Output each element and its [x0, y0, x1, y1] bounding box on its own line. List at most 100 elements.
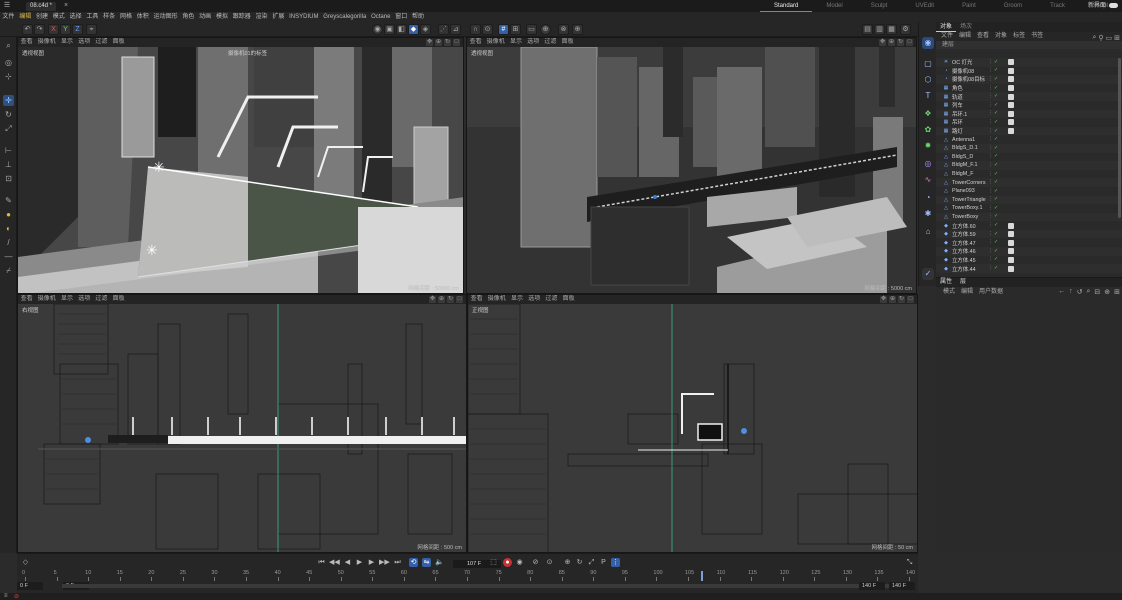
- viewport-menu-item[interactable]: 选项: [76, 38, 93, 47]
- menu-item[interactable]: 编辑: [17, 12, 34, 22]
- enabled-check-icon[interactable]: ✓: [994, 85, 998, 91]
- go-to-end-icon[interactable]: ⏭: [393, 558, 402, 567]
- axis-lock-icon[interactable]: ⊕: [540, 24, 551, 35]
- position-key-icon[interactable]: ⊕: [563, 558, 572, 567]
- menu-item[interactable]: Octane: [369, 12, 393, 22]
- enabled-check-icon[interactable]: ✓: [994, 171, 998, 177]
- playhead[interactable]: [700, 571, 703, 581]
- history-icon[interactable]: ↺: [1077, 288, 1083, 296]
- enabled-check-icon[interactable]: ✓: [994, 266, 998, 271]
- attribute-tab[interactable]: 层: [956, 278, 970, 287]
- render-region-icon[interactable]: ◧: [396, 24, 407, 35]
- viewport-menu-item[interactable]: 选项: [526, 295, 543, 304]
- object-row[interactable]: ▦ 路灯 ⋮ ✓: [936, 126, 1122, 136]
- auto-key-icon[interactable]: ◉: [515, 558, 524, 567]
- timeline-ruler[interactable]: 0 5 10 15 20 25 30 35 40 45 50 55 60 65 70 75 80 85 90 95 10…: [17, 570, 918, 581]
- viewport-perspective-city[interactable]: 查看 摄像机 显示 选项 过滤 面板 ✥ ⊕ ↻ □ 透视视图 网格间距 : 5000 cm: [466, 37, 917, 294]
- object-row[interactable]: △ BldgS_D ⋮ ✓: [936, 153, 1122, 162]
- snap-tool-icon[interactable]: ⊡: [3, 173, 14, 184]
- octane-settings-icon[interactable]: ⊕: [572, 24, 583, 35]
- camera-icon[interactable]: ◔: [922, 192, 934, 204]
- visibility-dot-icon[interactable]: ⋮: [988, 223, 993, 228]
- enabled-check-icon[interactable]: ✓: [994, 68, 998, 73]
- enabled-check-icon[interactable]: ✓: [994, 145, 998, 151]
- menu-item[interactable]: 帮助: [410, 12, 427, 22]
- zoom-view-icon[interactable]: ⊕: [889, 296, 896, 303]
- material-tag-icon[interactable]: [1008, 239, 1014, 246]
- render-settings-icon[interactable]: ▣: [384, 24, 395, 35]
- menu-item[interactable]: 动画: [197, 12, 214, 22]
- enabled-check-icon[interactable]: ✓: [994, 205, 998, 211]
- param-key-icon[interactable]: P: [599, 558, 608, 567]
- layout-tab[interactable]: Model: [812, 0, 856, 12]
- enabled-check-icon[interactable]: ✓: [994, 94, 998, 99]
- material-tag-icon[interactable]: [1008, 85, 1014, 92]
- axis-icon[interactable]: ⊢: [3, 145, 14, 156]
- enabled-check-icon[interactable]: ✓: [994, 128, 998, 134]
- scale-icon[interactable]: ⤢: [3, 123, 14, 134]
- edit-tag-icon[interactable]: ✓: [922, 268, 934, 280]
- viewport-menu-item[interactable]: 摄像机: [35, 295, 58, 304]
- enabled-check-icon[interactable]: ✓: [994, 137, 998, 142]
- enabled-check-icon[interactable]: ✓: [994, 76, 998, 82]
- object-menu-item[interactable]: 文件: [938, 32, 956, 41]
- object-row[interactable]: △ Antenna1 ⋮ ✓: [936, 135, 1122, 144]
- object-row[interactable]: ☀ OC 灯光 ⋮ ✓: [936, 58, 1122, 67]
- enabled-check-icon[interactable]: ✓: [994, 102, 998, 108]
- material-tag-icon[interactable]: [1008, 256, 1014, 263]
- enabled-check-icon[interactable]: ✓: [994, 162, 998, 168]
- coordinate-system-icon[interactable]: ⌖: [86, 24, 97, 35]
- visibility-dot-icon[interactable]: ⋮: [988, 180, 993, 185]
- preview-range-icon[interactable]: ⇋: [422, 558, 431, 567]
- lock-icon[interactable]: ⊟: [1094, 288, 1100, 296]
- object-row[interactable]: ▦ 列车 ⋮ ✓: [936, 101, 1122, 110]
- enabled-check-icon[interactable]: ✓: [994, 240, 998, 245]
- menu-item[interactable]: 样条: [101, 12, 118, 22]
- preview-range-slider[interactable]: [62, 584, 892, 588]
- viewport-menu-item[interactable]: 选项: [76, 295, 93, 304]
- layout-tab[interactable]: UVEdit: [901, 0, 948, 12]
- magnet-icon[interactable]: ∩: [470, 24, 481, 35]
- object-row[interactable]: △ TowerBoxy ⋮ ✓: [936, 212, 1122, 222]
- object-row[interactable]: △ TowerTriangle ⋮ ✓: [936, 195, 1122, 205]
- start-frame-field[interactable]: 0 F: [17, 582, 43, 590]
- visibility-dot-icon[interactable]: ⋮: [988, 266, 993, 271]
- deformer-icon[interactable]: ✹: [922, 140, 934, 152]
- material-tag-icon[interactable]: [1008, 248, 1014, 255]
- viewport-menu-item[interactable]: 显示: [508, 295, 525, 304]
- scale-key-icon[interactable]: ⤢: [587, 558, 596, 567]
- live-selection-icon[interactable]: ◎: [3, 57, 14, 68]
- enabled-check-icon[interactable]: ✓: [994, 231, 998, 237]
- viewport-menu-item[interactable]: 面板: [110, 295, 127, 304]
- pla-key-icon[interactable]: ⋮: [611, 558, 620, 567]
- preview-end-field[interactable]: 140 F: [859, 582, 885, 590]
- object-row[interactable]: △ TowerBoxy.1 ⋮ ✓: [936, 204, 1122, 213]
- layout-tab[interactable]: Paint: [948, 0, 990, 12]
- attribute-menu-item[interactable]: 用户数据: [976, 287, 1006, 297]
- layout-tab[interactable]: Sculpt: [857, 0, 902, 12]
- viewport-front[interactable]: 查看 摄像机 显示 选项 过滤 面板 ✥ ⊕ ↻ □ 正视图 网格间距 : 50 cm: [467, 294, 918, 553]
- object-menu-item[interactable]: 对象: [992, 32, 1010, 41]
- status-menu-icon[interactable]: ≡: [4, 593, 8, 599]
- menu-item[interactable]: 模式: [50, 12, 67, 22]
- visibility-dot-icon[interactable]: ⋮: [988, 154, 993, 159]
- enabled-check-icon[interactable]: ✓: [994, 180, 998, 185]
- visibility-dot-icon[interactable]: ⋮: [988, 102, 993, 108]
- end-frame-field[interactable]: 140 F: [889, 582, 915, 590]
- menu-item[interactable]: 创建: [34, 12, 51, 22]
- go-to-start-icon[interactable]: ⏮: [317, 558, 326, 567]
- axis-y-button[interactable]: Y: [60, 24, 71, 35]
- render-picture-viewer-icon[interactable]: ▤: [862, 24, 873, 35]
- cloner-icon[interactable]: ✿: [922, 124, 934, 136]
- attribute-menu-item[interactable]: 模式: [940, 287, 958, 297]
- visibility-dot-icon[interactable]: ⋮: [988, 128, 993, 134]
- rotate-view-icon[interactable]: ↻: [447, 296, 454, 303]
- enabled-check-icon[interactable]: ✓: [994, 154, 998, 159]
- play-icon[interactable]: ▶: [355, 558, 364, 567]
- viewport-menu-item[interactable]: 过滤: [93, 295, 110, 304]
- sound-icon[interactable]: 🔈: [435, 558, 444, 567]
- object-row[interactable]: ▦ 吊环.1 ⋮ ✓: [936, 109, 1122, 119]
- material-tag-icon[interactable]: [1008, 222, 1014, 229]
- enabled-check-icon[interactable]: ✓: [994, 59, 998, 65]
- object-manager-tab[interactable]: 对象: [936, 22, 957, 32]
